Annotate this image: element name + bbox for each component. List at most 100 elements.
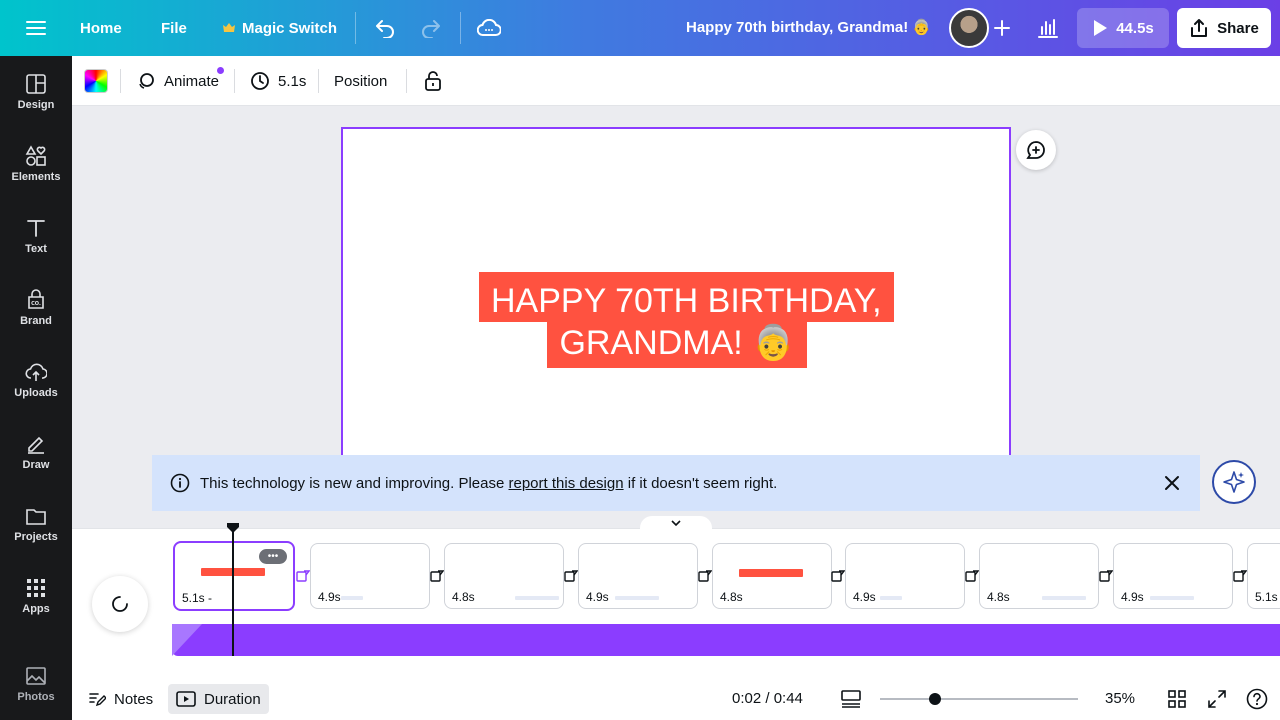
magic-switch-button[interactable]: Magic Switch: [214, 8, 345, 48]
page-thumbnail[interactable]: 4.9s: [310, 543, 430, 609]
page-thumbnail[interactable]: 4.8s: [712, 543, 832, 609]
comment-icon: [1026, 141, 1045, 159]
page-thumbnail[interactable]: 4.9s: [578, 543, 698, 609]
transition-icon[interactable]: [1099, 569, 1113, 583]
sidebar-item-text[interactable]: Text: [0, 204, 72, 268]
play-icon: [1094, 20, 1108, 36]
position-button[interactable]: Position: [330, 65, 391, 97]
fullscreen-button[interactable]: [1206, 688, 1228, 710]
share-label: Share: [1217, 19, 1259, 37]
notes-button[interactable]: Notes: [80, 684, 161, 714]
info-icon: [170, 473, 190, 493]
notice-text-after: if it doesn't seem right.: [623, 474, 778, 492]
home-button[interactable]: Home: [72, 8, 130, 48]
divider: [460, 12, 461, 44]
divider: [406, 69, 407, 93]
transition-icon[interactable]: [698, 569, 712, 583]
sidebar-item-apps[interactable]: Apps: [0, 564, 72, 628]
undo-button[interactable]: [366, 8, 404, 48]
notice-text-before: This technology is new and improving. Pl…: [200, 474, 509, 492]
sidebar-item-photos[interactable]: Photos: [0, 652, 72, 716]
ai-notice-banner: This technology is new and improving. Pl…: [152, 455, 1200, 511]
animate-label: Animate: [164, 72, 220, 90]
transition-icon[interactable]: [831, 569, 845, 583]
help-button[interactable]: [1246, 688, 1268, 710]
playhead[interactable]: [232, 528, 234, 656]
page-duration: 4.9s: [586, 590, 609, 604]
magic-switch-label: Magic Switch: [242, 19, 338, 37]
layout-icon: [26, 74, 46, 94]
zoom-percentage[interactable]: 35%: [1105, 690, 1135, 707]
sidebar-item-label: Design: [17, 99, 55, 111]
context-toolbar: Animate 5.1s Position: [72, 56, 1280, 106]
document-title[interactable]: Happy 70th birthday, Grandma! 👵: [686, 18, 931, 36]
page-thumbnail[interactable]: 5.1s: [1247, 543, 1280, 609]
thumbnail-preview: [615, 596, 659, 600]
design-canvas[interactable]: HAPPY 70TH BIRTHDAY, GRANDMA! 👵: [341, 127, 1011, 467]
audio-track[interactable]: [172, 624, 1280, 656]
transition-icon[interactable]: [965, 569, 979, 583]
grid-view-toggle[interactable]: [840, 688, 862, 710]
shapes-icon: [25, 145, 46, 166]
play-button[interactable]: 44.5s: [1077, 8, 1169, 48]
sidebar-item-elements[interactable]: Elements: [0, 132, 72, 196]
redo-icon: [422, 20, 440, 38]
pages-view-icon: [841, 690, 861, 708]
page-thumbnail[interactable]: ••• 5.1s -: [173, 541, 295, 611]
transition-icon[interactable]: [1233, 569, 1247, 583]
timing-button[interactable]: 5.1s: [246, 65, 310, 97]
add-collaborator-button[interactable]: [988, 14, 1016, 42]
divider: [234, 69, 235, 93]
save-status-button[interactable]: [470, 8, 508, 48]
sidebar-item-design[interactable]: Design: [0, 60, 72, 124]
play-duration: 44.5s: [1116, 19, 1154, 37]
notes-label: Notes: [114, 690, 154, 708]
timecode: 0:02 / 0:44: [732, 690, 803, 707]
page-duration: 4.9s: [318, 590, 341, 604]
page-thumbnail[interactable]: 4.9s: [1113, 543, 1233, 609]
clock-icon: [251, 72, 269, 90]
magic-ai-button[interactable]: [1212, 460, 1256, 504]
share-button[interactable]: Share: [1177, 8, 1271, 48]
sidebar-item-label: Photos: [17, 691, 55, 703]
expand-icon: [1208, 690, 1226, 708]
zoom-slider-handle[interactable]: [929, 693, 942, 705]
sidebar-item-projects[interactable]: Projects: [0, 492, 72, 556]
animate-icon: [139, 73, 154, 89]
grid-pages-button[interactable]: [1166, 688, 1188, 710]
duration-button[interactable]: Duration: [168, 684, 269, 714]
zoom-slider-track[interactable]: [880, 698, 1078, 700]
redo-button[interactable]: [412, 8, 450, 48]
notes-icon: [89, 693, 106, 707]
collapse-timeline-button[interactable]: [640, 516, 712, 530]
sidebar-item-draw[interactable]: Draw: [0, 420, 72, 484]
bar-chart-icon: [1038, 19, 1058, 38]
user-avatar[interactable]: [949, 8, 989, 48]
page-more-options-button[interactable]: •••: [259, 549, 287, 564]
transition-icon[interactable]: [430, 569, 444, 583]
transition-icon[interactable]: [564, 569, 578, 583]
insights-button[interactable]: [1028, 8, 1068, 48]
help-icon: [1246, 688, 1268, 710]
play-box-icon: [176, 691, 196, 707]
sidebar-item-brand[interactable]: CO. Brand: [0, 276, 72, 340]
text-color-picker[interactable]: [84, 69, 108, 93]
loading-spinner: [92, 576, 148, 632]
animate-button[interactable]: Animate: [132, 65, 223, 97]
audio-track-handle[interactable]: [172, 624, 202, 656]
add-comment-button[interactable]: [1016, 130, 1056, 170]
menu-button[interactable]: [16, 8, 56, 48]
file-menu-button[interactable]: File: [153, 8, 195, 48]
transition-icon[interactable]: [296, 569, 310, 583]
page-thumbnail[interactable]: 4.9s: [845, 543, 965, 609]
thumbnail-preview: [1042, 596, 1086, 600]
page-thumbnail[interactable]: 4.8s: [979, 543, 1099, 609]
divider: [120, 69, 121, 93]
lock-button[interactable]: [420, 65, 446, 97]
sidebar-item-uploads[interactable]: Uploads: [0, 348, 72, 412]
page-thumbnail[interactable]: 4.8s: [444, 543, 564, 609]
headline-text-box[interactable]: HAPPY 70TH BIRTHDAY, GRANDMA! 👵: [479, 272, 894, 368]
report-design-link[interactable]: report this design: [509, 475, 624, 492]
sidebar-item-label: Apps: [22, 603, 50, 615]
close-icon[interactable]: [1162, 473, 1182, 493]
